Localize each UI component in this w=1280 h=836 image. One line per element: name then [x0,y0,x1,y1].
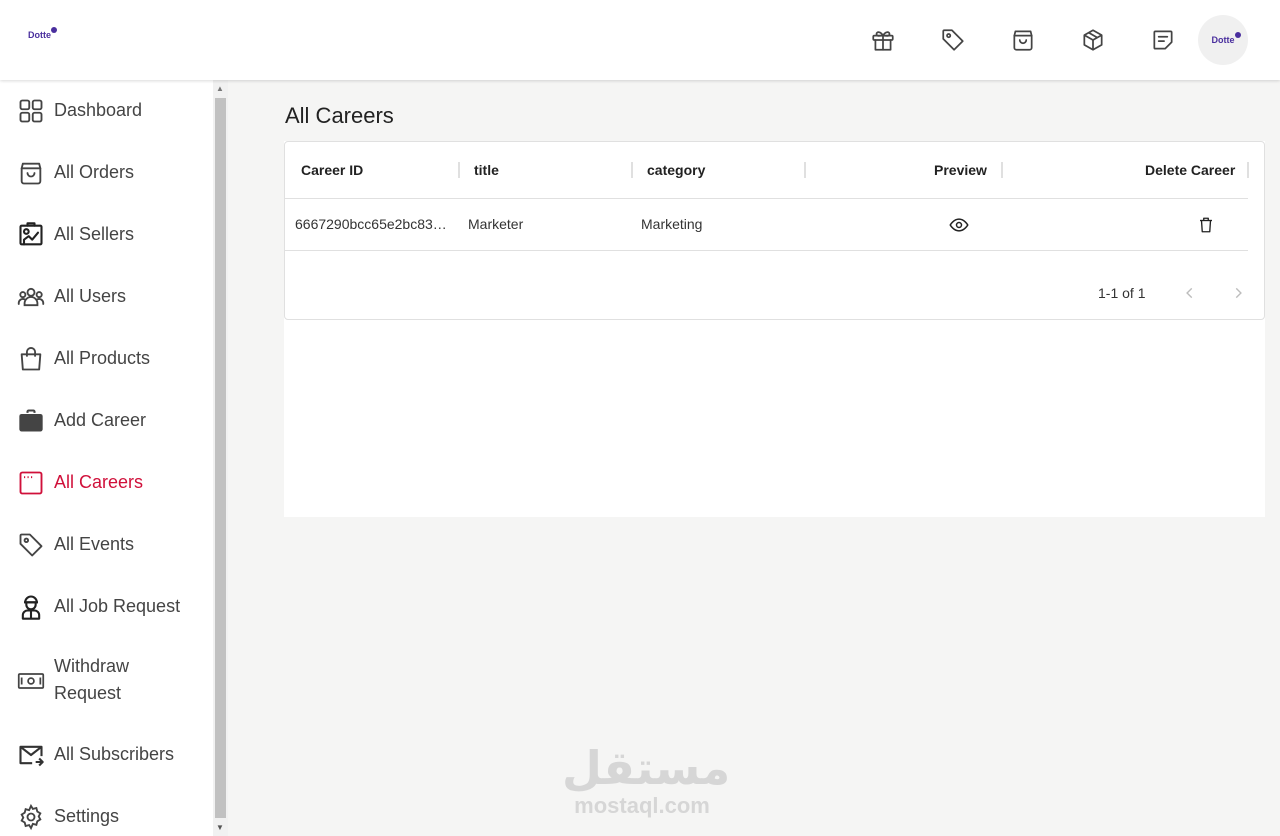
shopping-bag-icon [17,159,45,187]
column-header-delete-career[interactable]: Delete Career [1145,162,1235,178]
page-title: All Careers [285,103,394,128]
scroll-thumb[interactable] [215,98,226,818]
note-icon[interactable] [1145,22,1181,58]
careers-card: Career ID title category Preview Delete … [284,141,1265,517]
sidebar-item-all-products[interactable]: All Products [0,345,213,372]
watermark: مستقل mostaql.com [562,741,731,818]
sidebar-item-all-orders[interactable]: All Orders [0,159,213,186]
column-separator[interactable] [1247,162,1249,178]
dashboard-icon [17,97,45,125]
window-icon [17,469,45,497]
sidebar-item-add-career[interactable]: Add Career [0,407,213,434]
sidebar-item-all-job-request[interactable]: All Job Request [0,593,213,620]
cash-icon [17,667,45,695]
column-separator[interactable] [631,162,633,178]
sidebar-item-all-sellers[interactable]: All Sellers [0,221,213,248]
tag-icon[interactable] [935,22,971,58]
column-header-career-id[interactable]: Career ID [301,162,363,178]
header-divider [285,198,1248,199]
column-header-preview[interactable]: Preview [934,162,987,178]
sidebar-item-label: All Events [54,534,135,554]
careers-table: Career ID title category Preview Delete … [284,141,1265,320]
watermark-arabic: مستقل [562,741,731,795]
sidebar-item-label: Add Career [54,410,147,430]
top-header: Dotte Dotte [0,0,1280,80]
shopping-bag-icon[interactable] [1005,22,1041,58]
column-separator[interactable] [1001,162,1003,178]
sidebar-item-label: All Users [54,286,127,306]
column-header-title[interactable]: title [474,162,499,178]
column-separator[interactable] [458,162,460,178]
sidebar-item-all-subscribers[interactable]: All Subscribers [0,741,213,768]
cell-category: Marketing [641,216,703,232]
gift-icon[interactable] [865,22,901,58]
previous-page-chevron-icon[interactable] [1178,281,1202,305]
logo[interactable]: Dotte [28,27,57,40]
delete-trash-icon[interactable] [1195,214,1217,236]
avatar-text: Dotte [1211,35,1235,45]
seller-icon [17,221,45,249]
scroll-up-arrow-icon[interactable]: ▲ [216,84,224,93]
next-page-chevron-icon[interactable] [1226,281,1250,305]
sidebar-item-label: All Subscribers [54,744,175,764]
logo-text: Dotte [28,30,51,40]
briefcase-icon [17,407,45,435]
sidebar-item-label: Settings [54,806,120,826]
tag-icon [17,531,45,559]
watermark-latin: mostaql.com [574,793,710,818]
sidebar-item-settings[interactable]: Settings [0,803,213,830]
users-icon [17,283,45,311]
column-header-category[interactable]: category [647,162,705,178]
sidebar-item-label: Dashboard [54,100,143,120]
sidebar-item-withdraw-request[interactable]: Withdraw Request [0,653,213,709]
mail-icon [17,741,45,769]
sidebar-item-dashboard[interactable]: Dashboard [0,97,213,124]
sidebar-item-label: Withdraw Request [54,656,130,703]
sidebar-item-label: All Careers [54,472,144,492]
column-separator[interactable] [804,162,806,178]
sidebar: Dashboard All Orders All Sellers All Use… [0,80,213,836]
avatar[interactable]: Dotte [1198,15,1248,65]
package-icon[interactable] [1075,22,1111,58]
handbag-icon [17,345,45,373]
cell-title: Marketer [468,216,524,232]
sidebar-item-label: All Orders [54,162,135,182]
sidebar-item-label: All Products [54,348,151,368]
preview-eye-icon[interactable] [948,214,970,236]
sidebar-scrollbar[interactable]: ▲ ▼ [213,80,228,836]
sidebar-item-all-careers[interactable]: All Careers [0,469,213,496]
sidebar-item-label: All Sellers [54,224,135,244]
worker-icon [17,593,45,621]
sidebar-item-label: All Job Request [54,596,181,616]
scroll-down-arrow-icon[interactable]: ▼ [216,823,224,832]
cell-career-id: 6667290bcc65e2bc83… [295,216,447,232]
gear-icon [17,803,45,831]
sidebar-item-all-users[interactable]: All Users [0,283,213,310]
pagination-count: 1-1 of 1 [1098,285,1146,301]
sidebar-item-all-events[interactable]: All Events [0,531,213,558]
row-divider [285,250,1248,251]
